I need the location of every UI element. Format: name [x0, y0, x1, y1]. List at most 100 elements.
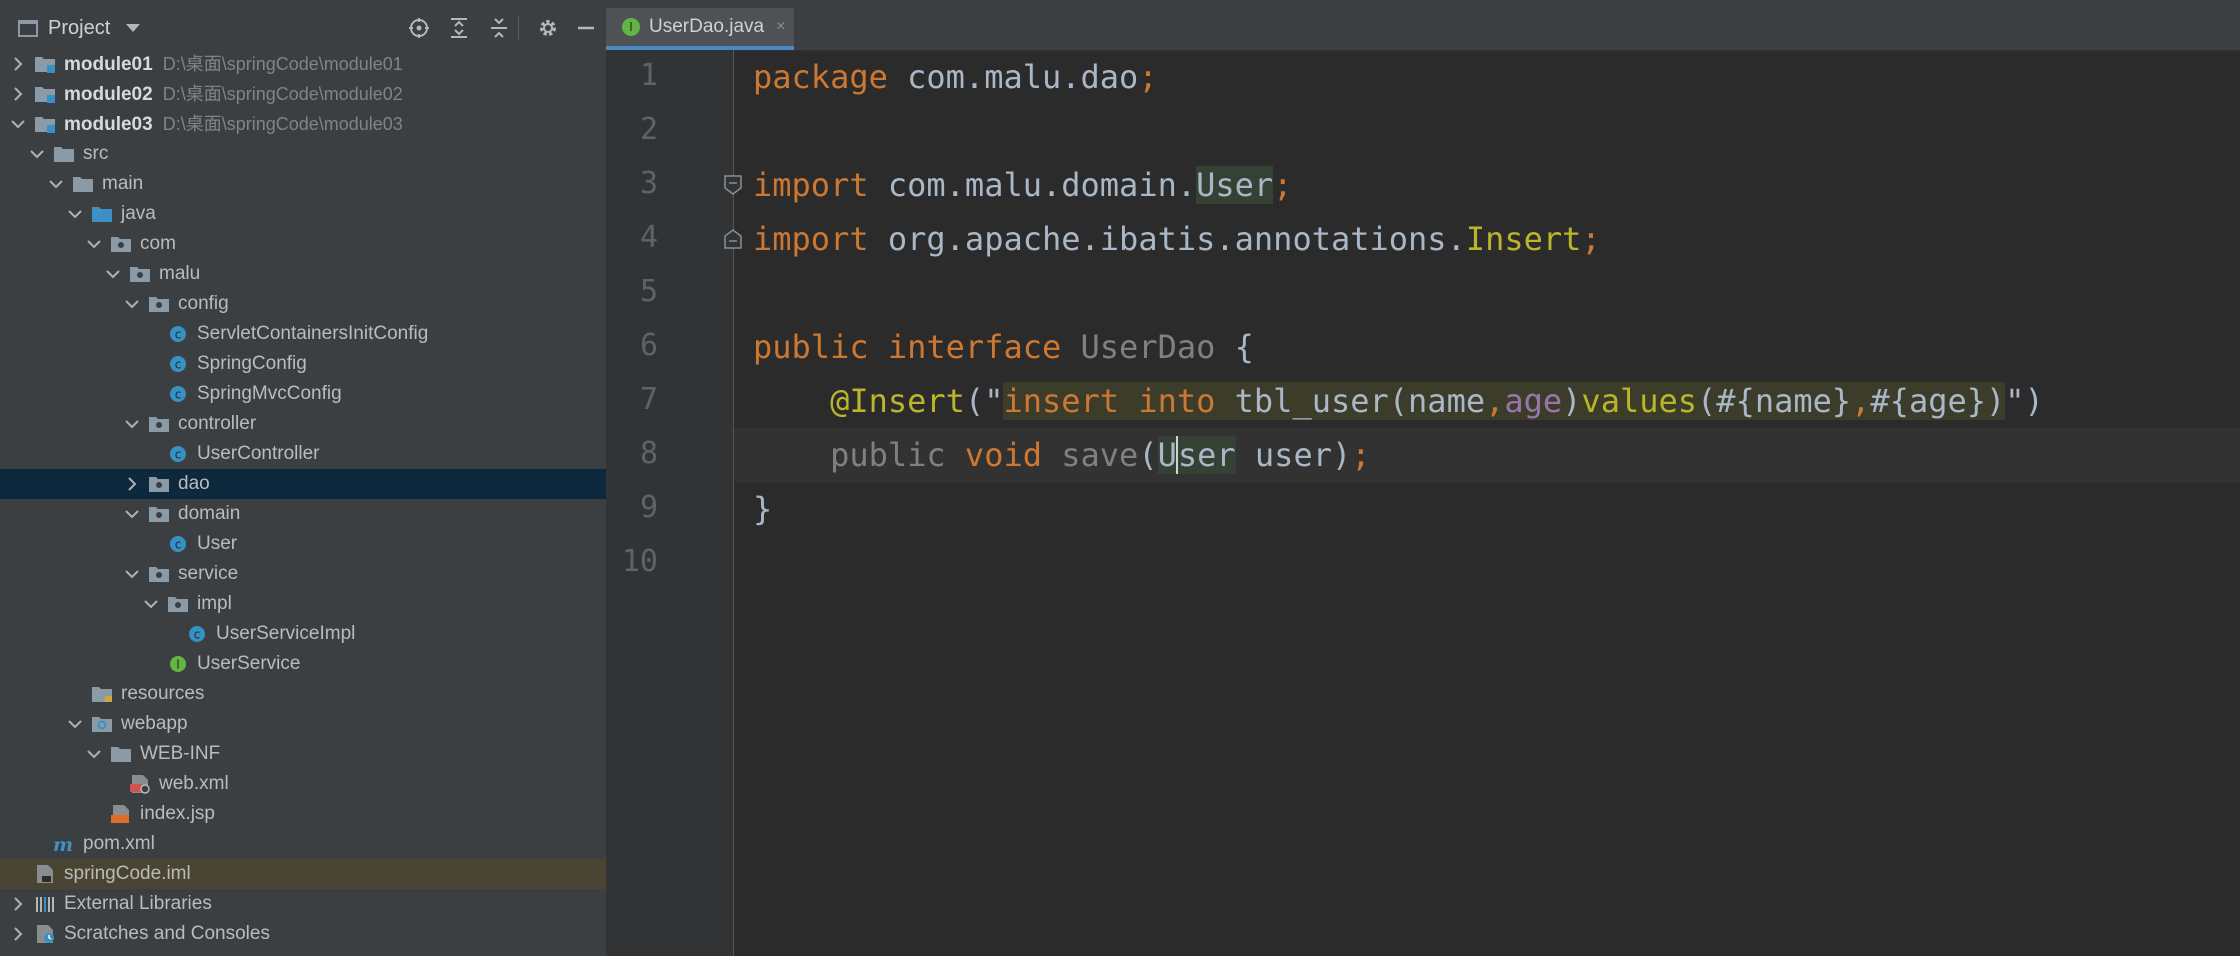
tree-item-label: module03 D:\桌面\springCode\module03 [64, 113, 403, 136]
module-name: module03 [64, 114, 153, 135]
tree-item-springconfig[interactable]: c SpringConfig [0, 349, 606, 379]
chevron-down-icon[interactable] [105, 266, 121, 282]
iml-file-icon [34, 864, 56, 884]
tree-item-dao[interactable]: dao [0, 469, 606, 499]
tree-item-web-inf[interactable]: WEB-INF [0, 739, 606, 769]
tree-item-userservice[interactable]: I UserService [0, 649, 606, 679]
code-token: ) [1562, 382, 1582, 420]
chevron-down-icon[interactable] [67, 206, 83, 222]
chevron-down-icon[interactable] [143, 596, 159, 612]
package-icon [129, 264, 151, 284]
minimize-icon[interactable] [574, 16, 598, 40]
tree-item-service[interactable]: service [0, 559, 606, 589]
locate-icon[interactable] [407, 16, 431, 40]
code-token: User [1196, 166, 1274, 204]
code-token: save [1061, 436, 1139, 474]
tree-item-label: SpringMvcConfig [197, 383, 342, 404]
collapse-all-icon[interactable] [487, 16, 511, 40]
code-line[interactable] [734, 266, 2240, 320]
chevron-down-icon[interactable] [86, 746, 102, 762]
tree-item-external-libraries[interactable]: External Libraries [0, 889, 606, 919]
chevron-down-icon[interactable] [48, 176, 64, 192]
tree-item-label: impl [197, 593, 232, 614]
code-line[interactable]: package com.malu.dao; [734, 50, 2240, 104]
svg-text:c: c [175, 358, 182, 372]
tree-item-domain[interactable]: domain [0, 499, 606, 529]
tree-item-label: java [121, 203, 156, 224]
tree-item-scratches-and-consoles[interactable]: Scratches and Consoles [0, 919, 606, 949]
class-icon: c [167, 384, 189, 404]
project-panel-title: Project [48, 16, 111, 39]
tab-userdao-java[interactable]: I UserDao.java × [606, 8, 794, 50]
tree-item-userserviceimpl[interactable]: c UserServiceImpl [0, 619, 606, 649]
tree-item-malu[interactable]: malu [0, 259, 606, 289]
tree-item-web-xml[interactable]: web.xml [0, 769, 606, 799]
chevron-down-icon[interactable] [124, 506, 140, 522]
code-line[interactable]: import org.apache.ibatis.annotations.Ins… [734, 212, 2240, 266]
chevron-down-icon[interactable] [86, 236, 102, 252]
jsp-file-icon [110, 804, 132, 824]
tree-item-usercontroller[interactable]: c UserController [0, 439, 606, 469]
chevron-down-icon[interactable] [124, 416, 140, 432]
tree-item-label: config [178, 293, 229, 314]
svg-text:c: c [175, 448, 182, 462]
tree-item-webapp[interactable]: webapp [0, 709, 606, 739]
code-line[interactable] [734, 536, 2240, 590]
module-folder-icon [34, 114, 56, 134]
code-token: #{age}) [1870, 382, 2006, 420]
tree-item-config[interactable]: config [0, 289, 606, 319]
tree-item-module03[interactable]: module03 D:\桌面\springCode\module03 [0, 109, 606, 139]
chevron-right-icon[interactable] [124, 476, 140, 492]
line-number: 2 [639, 112, 658, 147]
chevron-right-icon[interactable] [10, 896, 26, 912]
tree-item-label: resources [121, 683, 205, 704]
code-token: void [964, 436, 1042, 474]
tree-item-label: service [178, 563, 239, 584]
interface-icon: I [167, 654, 189, 674]
chevron-right-icon[interactable] [10, 56, 26, 72]
line-number: 3 [639, 166, 658, 201]
code-line[interactable] [734, 104, 2240, 158]
project-view-selector[interactable]: Project [18, 14, 141, 42]
tree-item-resources[interactable]: resources [0, 679, 606, 709]
code-line[interactable]: public interface UserDao { [734, 320, 2240, 374]
tree-item-controller[interactable]: controller [0, 409, 606, 439]
tree-item-springmvcconfig[interactable]: c SpringMvcConfig [0, 379, 606, 409]
code-line[interactable]: @Insert("insert into tbl_user(name,age)v… [734, 374, 2240, 428]
expand-all-icon[interactable] [447, 16, 471, 40]
tree-item-impl[interactable]: impl [0, 589, 606, 619]
chevron-down-icon[interactable] [124, 296, 140, 312]
package-icon [148, 564, 170, 584]
tree-item-java[interactable]: java [0, 199, 606, 229]
tree-item-index-jsp[interactable]: index.jsp [0, 799, 606, 829]
code-line[interactable]: } [734, 482, 2240, 536]
gear-icon[interactable] [536, 16, 560, 40]
chevron-down-icon[interactable] [126, 24, 141, 32]
tree-item-user[interactable]: c User [0, 529, 606, 559]
chevron-down-icon[interactable] [29, 146, 45, 162]
close-icon[interactable]: × [776, 18, 785, 36]
editor-tab-bar: I UserDao.java × [606, 0, 2240, 51]
code-line[interactable]: import com.malu.domain.User; [734, 158, 2240, 212]
chevron-down-icon[interactable] [124, 566, 140, 582]
chevron-down-icon[interactable] [67, 716, 83, 732]
tree-item-main[interactable]: main [0, 169, 606, 199]
tree-item-springcode-iml[interactable]: springCode.iml [0, 859, 606, 889]
tree-item-pom-xml[interactable]: m pom.xml [0, 829, 606, 859]
code-token: @Insert [830, 382, 965, 420]
chevron-right-icon[interactable] [10, 926, 26, 942]
tree-item-label: springCode.iml [64, 863, 191, 884]
tree-item-module01[interactable]: module01 D:\桌面\springCode\module01 [0, 49, 606, 79]
maven-file-icon: m [53, 834, 75, 856]
tree-item-servletcontainersinitconfig[interactable]: c ServletContainersInitConfig [0, 319, 606, 349]
tree-item-src[interactable]: src [0, 139, 606, 169]
chevron-down-icon[interactable] [10, 116, 26, 132]
code-token: public [753, 328, 869, 366]
code-line[interactable]: public void save(User user); [734, 428, 2240, 482]
tree-item-label: UserService [197, 653, 301, 674]
tree-item-com[interactable]: com [0, 229, 606, 259]
tree-item-module02[interactable]: module02 D:\桌面\springCode\module02 [0, 79, 606, 109]
chevron-right-icon[interactable] [10, 86, 26, 102]
